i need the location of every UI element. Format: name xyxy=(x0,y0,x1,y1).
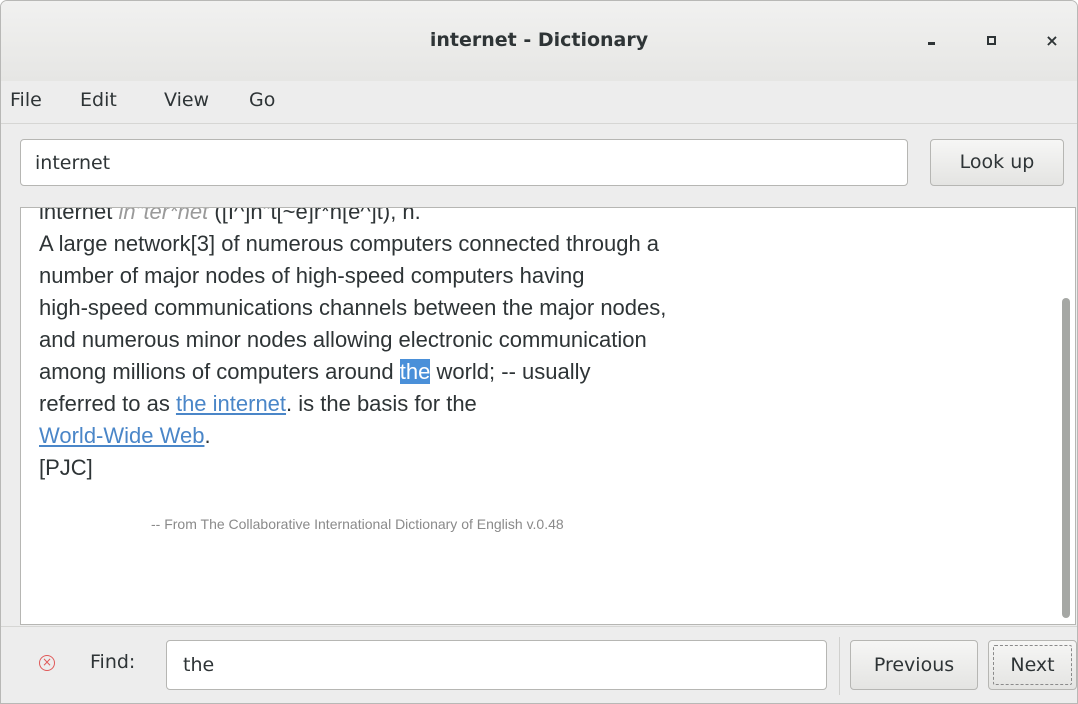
close-circle-icon[interactable]: × xyxy=(39,655,55,671)
next-label: Next xyxy=(1010,654,1055,676)
close-icon[interactable]: × xyxy=(1042,31,1062,51)
menu-view[interactable]: View xyxy=(164,89,209,111)
menu-go[interactable]: Go xyxy=(249,89,275,111)
definition-view[interactable]: internet in"ter*net ([I^]n"t[~e]r*n[e^]t… xyxy=(20,207,1076,625)
find-match-highlight: the xyxy=(399,359,431,384)
line-text: world; -- usually xyxy=(430,359,591,384)
definition-text: internet in"ter*net ([I^]n"t[~e]r*n[e^]t… xyxy=(39,207,1029,484)
definition-line: high-speed communications channels betwe… xyxy=(39,295,667,320)
line-text: among millions of computers around xyxy=(39,359,400,384)
definition-line: and numerous minor nodes allowing electr… xyxy=(39,327,647,352)
definition-line: World-Wide Web. xyxy=(39,420,1029,452)
scrollbar-thumb[interactable] xyxy=(1062,298,1070,618)
search-input[interactable]: internet xyxy=(20,139,908,186)
menu-file[interactable]: File xyxy=(10,89,42,111)
previous-button[interactable]: Previous xyxy=(850,640,978,690)
search-toolbar: internet Look up xyxy=(1,124,1077,206)
link-the-internet[interactable]: the internet xyxy=(176,391,286,416)
vertical-scrollbar[interactable] xyxy=(1057,208,1075,624)
look-up-button[interactable]: Look up xyxy=(930,139,1064,186)
definition-line: [PJC] xyxy=(39,455,93,480)
headword: internet xyxy=(39,207,113,224)
menu-bar: File Edit View Go xyxy=(1,81,1077,124)
dictionary-source: -- From The Collaborative International … xyxy=(151,516,564,532)
menu-edit[interactable]: Edit xyxy=(80,89,117,111)
line-text: . xyxy=(204,423,211,448)
minimize-icon[interactable] xyxy=(922,31,942,51)
find-input[interactable]: the xyxy=(166,640,827,690)
definition-line: A large network[3] of numerous computers… xyxy=(39,231,660,256)
next-button[interactable]: Next xyxy=(988,640,1077,690)
definition-headline: internet in"ter*net ([I^]n"t[~e]r*n[e^]t… xyxy=(39,207,1029,228)
pronunciation: in"ter*net xyxy=(118,207,209,224)
definition-line: among millions of computers around the w… xyxy=(39,356,1029,388)
separator xyxy=(839,637,840,695)
phonetic: ([I^]n"t[~e]r*n[e^]t), n. xyxy=(214,207,421,224)
line-text: referred to as xyxy=(39,391,176,416)
find-label: Find: xyxy=(90,651,136,673)
window-title: internet - Dictionary xyxy=(429,29,649,51)
link-world-wide-web[interactable]: World-Wide Web xyxy=(39,423,204,448)
find-bar: × Find: the Previous Next xyxy=(1,626,1077,703)
definition-line: number of major nodes of high-speed comp… xyxy=(39,263,585,288)
maximize-icon[interactable] xyxy=(982,31,1002,51)
definition-line: referred to as the internet. is the basi… xyxy=(39,388,1029,420)
dictionary-window: internet - Dictionary × File Edit View G… xyxy=(0,0,1078,704)
title-bar[interactable]: internet - Dictionary × xyxy=(1,1,1077,81)
line-text: . is the basis for the xyxy=(286,391,477,416)
